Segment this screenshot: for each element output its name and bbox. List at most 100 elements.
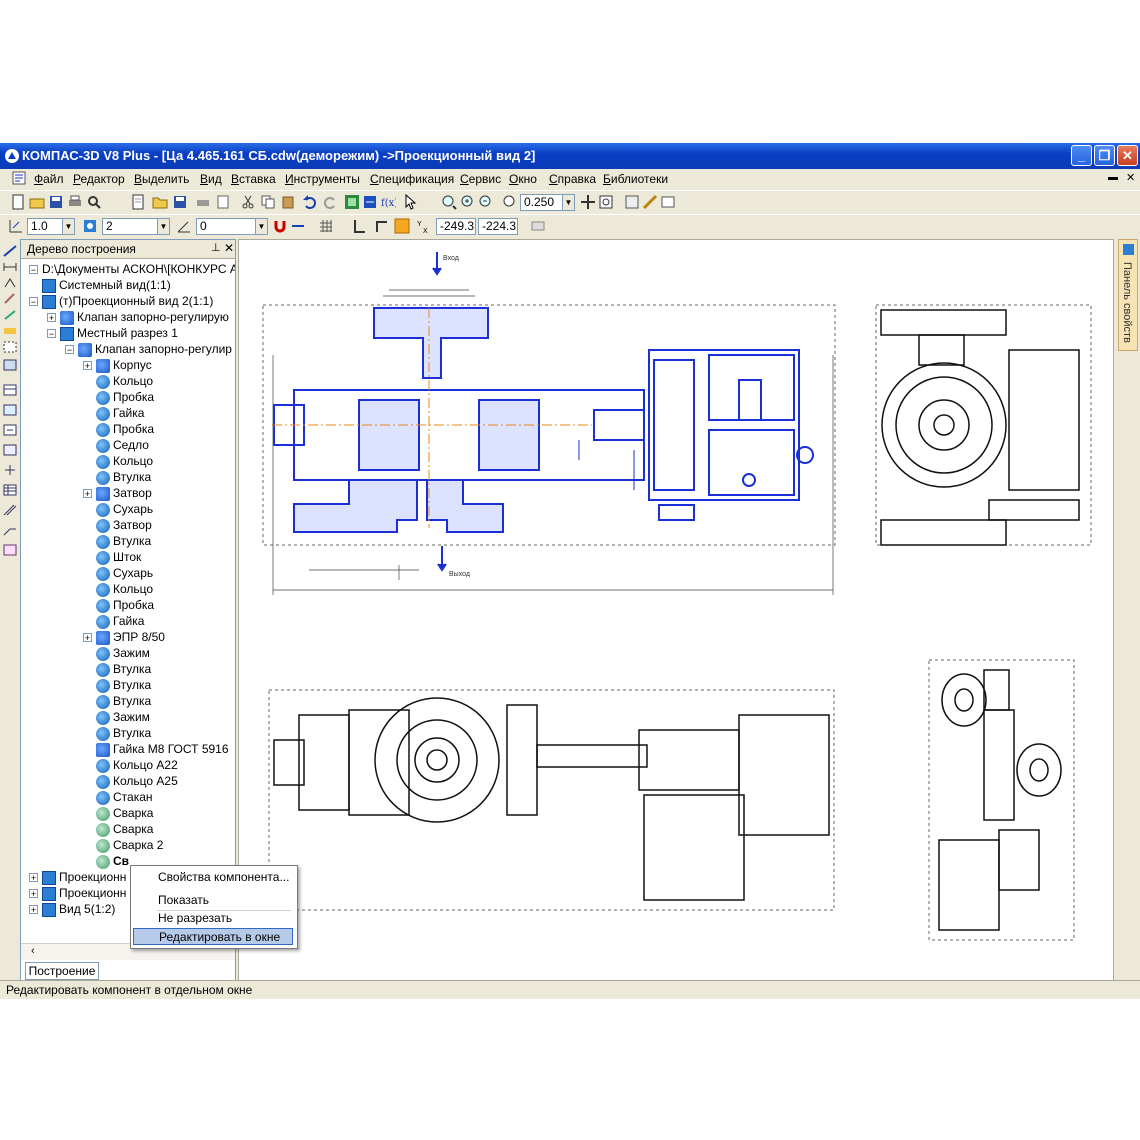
tree-item-part[interactable]: Кольцо [96, 581, 153, 597]
tree-item-part[interactable]: Втулка [96, 533, 151, 549]
insert-icon[interactable] [3, 424, 17, 436]
reports-icon[interactable] [3, 404, 17, 416]
save-icon[interactable] [48, 194, 64, 210]
tree-item-part[interactable]: Кольцо [96, 373, 153, 389]
menu-item-edit-in-window[interactable]: Редактировать в окне [133, 928, 293, 945]
leader-icon[interactable] [3, 524, 17, 536]
menu-file[interactable]: Файл [34, 172, 64, 186]
menu-tools[interactable]: Инструменты [285, 172, 360, 186]
properties-panel-tab[interactable]: Панель свойств [1118, 239, 1138, 351]
tree-item-part[interactable]: Пробка [96, 421, 154, 437]
round-icon[interactable] [394, 218, 410, 234]
dimensions-icon[interactable] [3, 261, 17, 273]
pin-icon[interactable]: ⊥ [211, 241, 221, 254]
hatch-icon[interactable] [3, 504, 17, 516]
tree-item-standard-part[interactable]: Гайка М8 ГОСТ 5916 [96, 741, 229, 757]
formula-icon[interactable]: f(x) [380, 194, 396, 210]
layer-dropdown[interactable]: ▼ [157, 218, 170, 235]
show-all-icon[interactable] [598, 194, 614, 210]
tree-item-weld[interactable]: Сварка [96, 805, 153, 821]
cursor-y-field[interactable]: -224.3 [478, 218, 518, 235]
minimize-button[interactable]: _ [1071, 145, 1092, 166]
copy-icon[interactable] [260, 194, 276, 210]
zoom-scale-icon[interactable] [502, 194, 518, 210]
tree-item-part[interactable]: Втулка [96, 677, 151, 693]
open-file-icon[interactable] [152, 194, 168, 210]
magnet-icon[interactable] [272, 218, 288, 234]
tree-item-system-view[interactable]: Системный вид(1:1) [29, 277, 171, 293]
tree-item-part[interactable]: Сухарь [96, 501, 153, 517]
snap-icon[interactable] [290, 218, 306, 234]
lib-icon[interactable] [3, 444, 17, 456]
tree-item-part[interactable]: Втулка [96, 661, 151, 677]
undo-icon[interactable] [302, 194, 318, 210]
layers-icon[interactable] [362, 194, 378, 210]
spec-icon[interactable] [3, 384, 17, 396]
stamp-icon[interactable] [3, 544, 17, 556]
refresh-icon[interactable] [624, 194, 640, 210]
tree-item-valve-assembly[interactable]: − Клапан запорно-регулир [65, 341, 232, 357]
new-document-icon[interactable] [130, 194, 146, 210]
grid-icon[interactable] [318, 218, 334, 234]
mates-icon[interactable] [3, 464, 17, 476]
pan-icon[interactable] [580, 194, 596, 210]
associative-view-icon[interactable] [3, 359, 17, 371]
manager-icon[interactable] [344, 194, 360, 210]
filter-icon[interactable] [530, 218, 546, 234]
preview-file-icon[interactable] [215, 194, 231, 210]
menu-specification[interactable]: Спецификация [370, 172, 454, 186]
paste-icon[interactable] [280, 194, 296, 210]
tree-item-part[interactable]: Пробка [96, 389, 154, 405]
open-icon[interactable] [29, 194, 45, 210]
step-dropdown[interactable]: ▼ [62, 218, 75, 235]
tree-item-projection-view-2[interactable]: − (т)Проекционный вид 2(1:1) [29, 293, 213, 309]
tree-item-part[interactable]: Стакан [96, 789, 153, 805]
menu-libraries[interactable]: Библиотеки [603, 172, 668, 186]
symbols-icon[interactable] [3, 277, 17, 289]
tree-item-part[interactable]: Втулка [96, 725, 151, 741]
zoom-window-icon[interactable] [460, 194, 476, 210]
menu-help[interactable]: Справка [549, 172, 596, 186]
tree-item-valve[interactable]: + Клапан запорно-регулирую [47, 309, 229, 325]
menu-item-do-not-cut[interactable]: Не разрезать [133, 910, 293, 927]
tree-item-part[interactable]: Зажим [96, 709, 150, 725]
tree-item-part[interactable]: + ЭПР 8/50 [83, 629, 165, 645]
tree-item-part[interactable]: Шток [96, 549, 141, 565]
menu-edit[interactable]: Редактор [73, 172, 125, 186]
menu-insert[interactable]: Вставка [231, 172, 276, 186]
tree-item-selected-weld[interactable]: Св [96, 853, 129, 869]
ortho-icon[interactable] [352, 218, 368, 234]
tree-item-part[interactable]: Втулка [96, 693, 151, 709]
tree-item-part[interactable]: Гайка [96, 613, 144, 629]
redo-icon[interactable] [322, 194, 338, 210]
close-button[interactable]: ✕ [1117, 145, 1138, 166]
menu-view[interactable]: Вид [200, 172, 222, 186]
tree-item-local-section[interactable]: − Местный разрез 1 [47, 325, 178, 341]
print-file-icon[interactable] [195, 194, 211, 210]
angle-dropdown[interactable]: ▼ [255, 218, 268, 235]
measure-icon[interactable] [642, 194, 658, 210]
select-icon[interactable] [3, 341, 17, 353]
zoom-scale-field[interactable]: 0.250 [520, 194, 563, 211]
parametrization-icon[interactable] [3, 309, 17, 321]
tree-item-part[interactable]: + Корпус [83, 357, 152, 373]
table-icon[interactable] [3, 484, 17, 496]
tree-item-document[interactable]: − D:\Документы АСКОН\[КОНКУРС АС [29, 261, 235, 277]
mdi-minimize-icon[interactable]: ▬ [1108, 172, 1118, 183]
tree-item-part[interactable]: + Затвор [83, 485, 152, 501]
tree-close-icon[interactable]: ✕ [224, 241, 234, 255]
tree-item-part[interactable]: Затвор [96, 517, 152, 533]
cursor-x-field[interactable]: -249.3 [436, 218, 476, 235]
edit-icon[interactable] [3, 293, 17, 305]
tree-item-projection-view[interactable]: + Проекционн [29, 885, 126, 901]
help-pointer-icon[interactable] [403, 194, 419, 210]
document-icon[interactable] [12, 171, 26, 185]
scroll-left-icon[interactable]: ‹ [31, 945, 35, 957]
tree-item-part[interactable]: Пробка [96, 597, 154, 613]
tree-item-part[interactable]: Седло [96, 437, 149, 453]
preview-icon[interactable] [86, 194, 102, 210]
local-cs-icon[interactable] [374, 218, 390, 234]
menu-item-component-properties[interactable]: Свойства компонента... [133, 869, 293, 886]
menu-window[interactable]: Окно [509, 172, 537, 186]
tree-item-part[interactable]: Гайка [96, 405, 144, 421]
